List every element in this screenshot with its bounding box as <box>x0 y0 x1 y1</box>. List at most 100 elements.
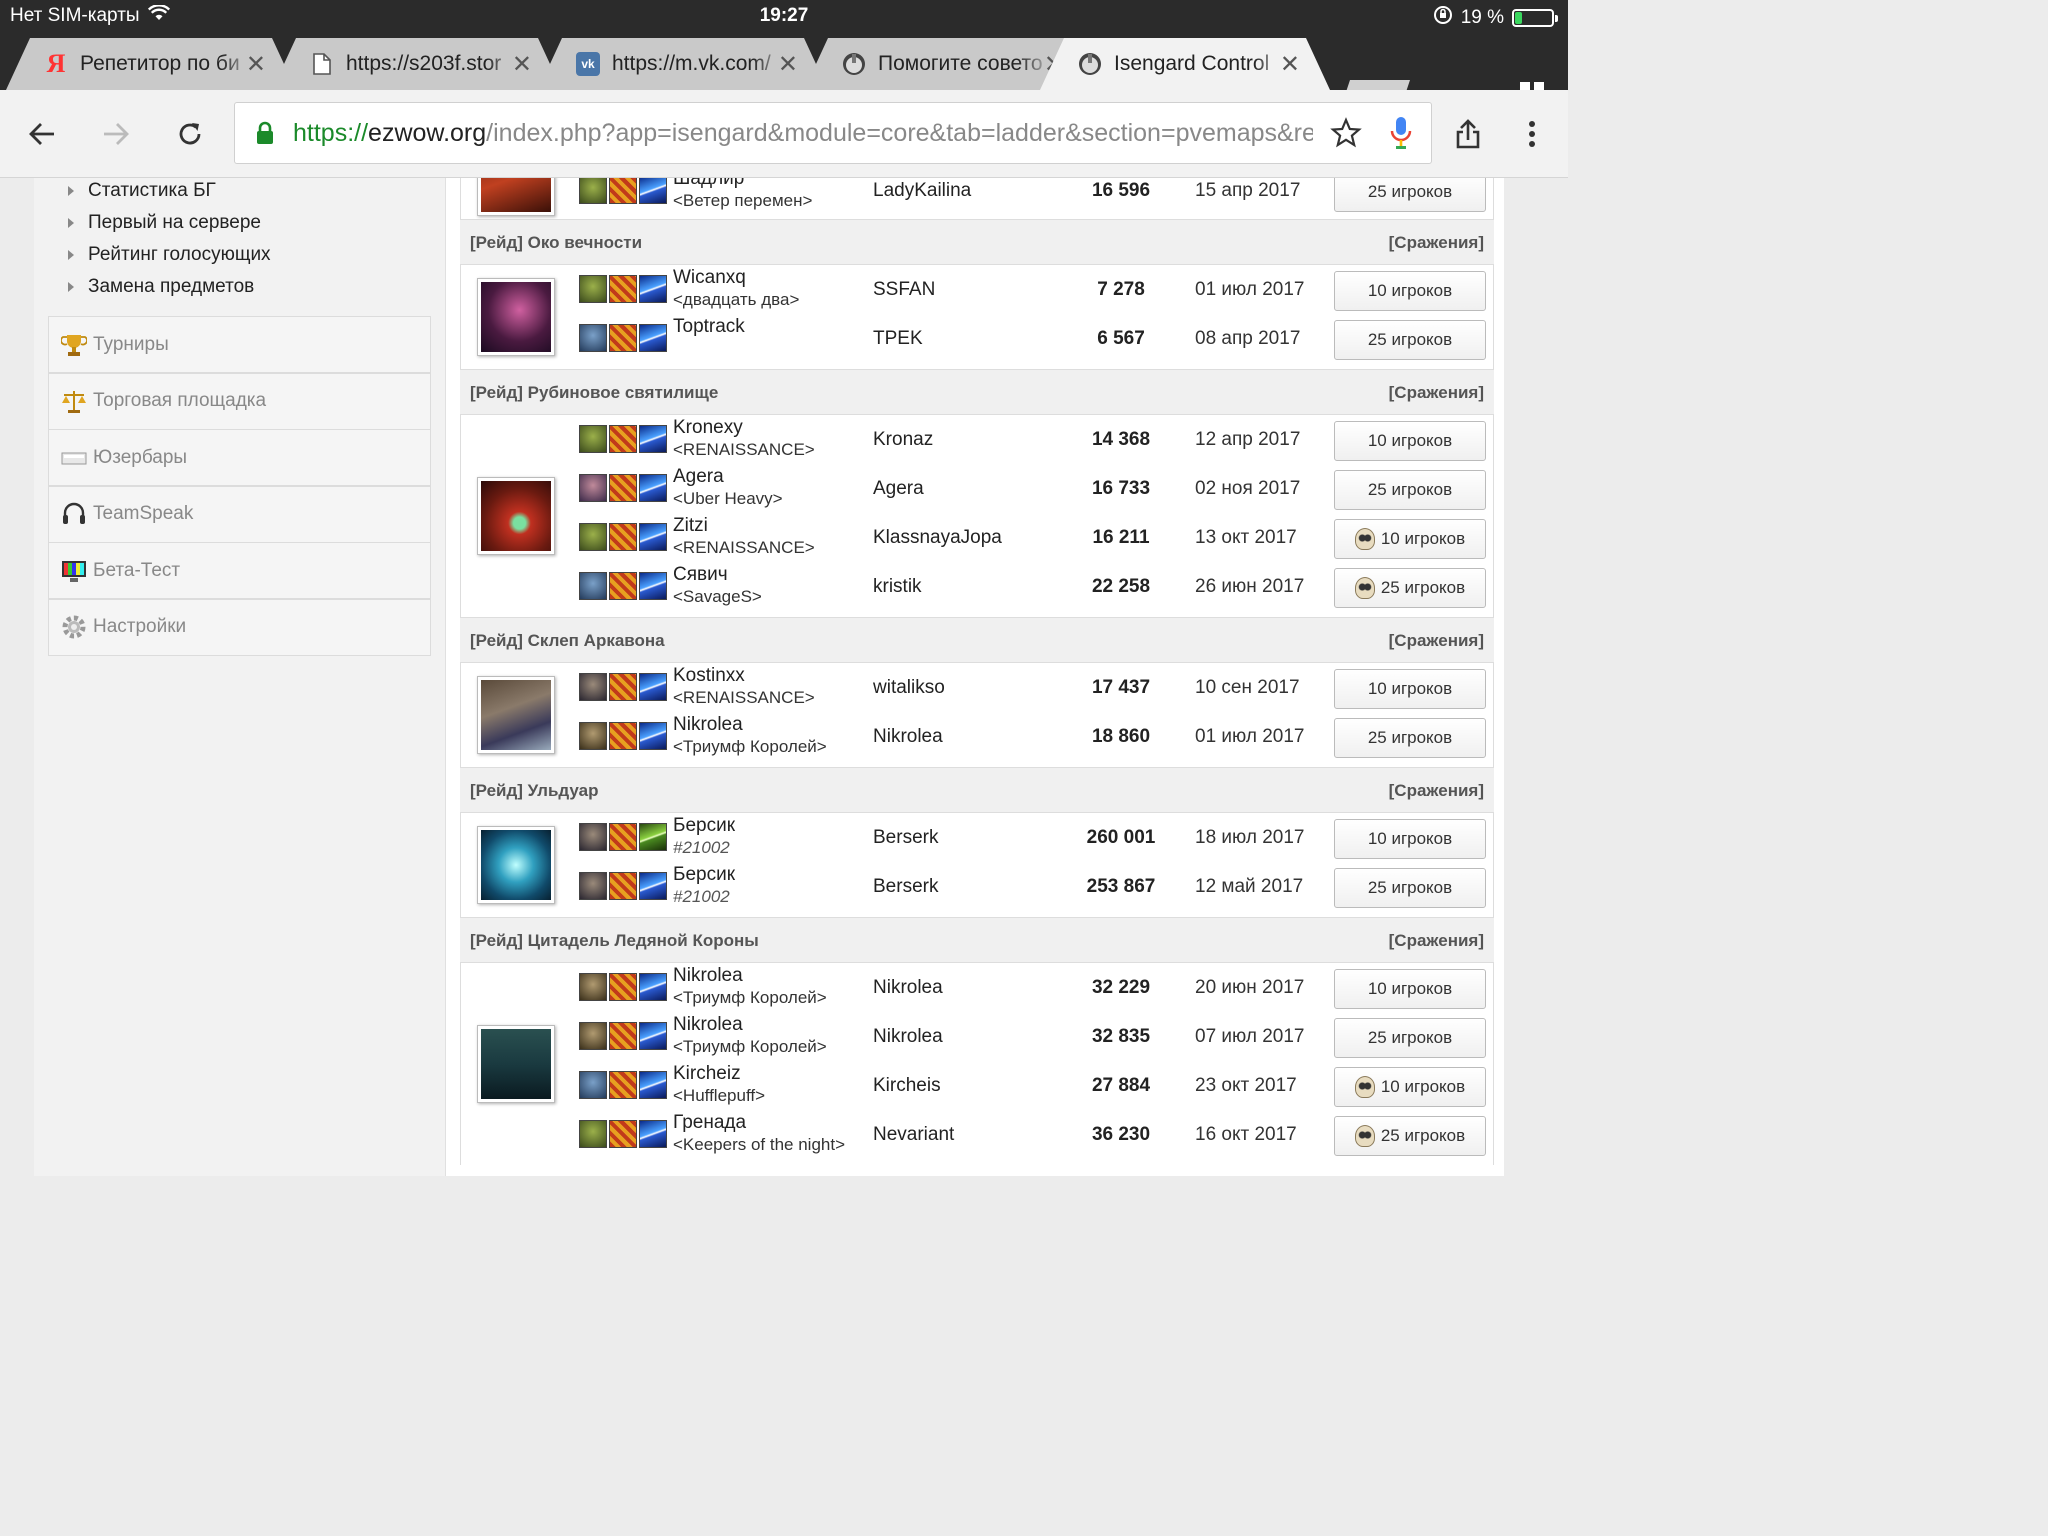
skull-icon <box>1354 528 1375 550</box>
raid-size-button[interactable]: 10 игроков <box>1334 969 1486 1009</box>
player-name[interactable]: Wicanxq <box>673 267 746 289</box>
raid-size-button[interactable]: 25 игроков <box>1334 868 1486 908</box>
player-name[interactable]: Kostinxx <box>673 665 745 687</box>
player-name[interactable]: Zitzi <box>673 515 708 537</box>
sidebar-menu-headset[interactable]: TeamSpeak <box>48 485 431 543</box>
guild-name: <RENAISSANCE> <box>673 688 815 707</box>
class-icons <box>579 872 667 900</box>
sidebar-sub-item[interactable]: Статистика БГ <box>68 180 216 202</box>
browser-tab-3[interactable]: vk https://m.vk.com/ ✕ <box>538 38 828 90</box>
url-scheme: https:// <box>293 119 369 147</box>
raid-size-button[interactable]: 10 игроков <box>1334 819 1486 859</box>
share-icon <box>1456 119 1480 149</box>
site-icon <box>1078 52 1102 76</box>
raid-size-button[interactable]: 25 игроков <box>1334 1116 1486 1156</box>
sidebar-sub-item[interactable]: Первый на сервере <box>68 212 261 234</box>
score: 14 368 <box>1091 429 1151 450</box>
url-host: ezwow.org <box>368 119 487 147</box>
class-icons <box>579 1120 667 1148</box>
player-name[interactable]: Сявич <box>673 564 728 586</box>
player-name[interactable]: Agera <box>673 466 724 488</box>
battles-link[interactable]: [Сражения] <box>1389 631 1484 651</box>
blood-elf-race-icon <box>579 474 607 502</box>
bookmark-star-icon[interactable] <box>1330 117 1362 154</box>
battles-link[interactable]: [Сражения] <box>1389 233 1484 253</box>
reload-button[interactable] <box>170 114 210 154</box>
raid-title: [Рейд] Ульдуар <box>470 781 599 800</box>
raid-size-button[interactable]: 25 игроков <box>1334 320 1486 360</box>
menu-button[interactable] <box>1512 114 1552 154</box>
player-name[interactable]: Kronexy <box>673 417 743 439</box>
microphone-icon[interactable] <box>1389 115 1413 156</box>
raid-size-button[interactable]: 10 игроков <box>1334 1067 1486 1107</box>
headset-icon <box>61 501 87 527</box>
tab-close-icon[interactable]: ✕ <box>512 50 532 79</box>
sidebar-menu-userbar[interactable]: Юзербары <box>48 429 431 486</box>
warrior-class-icon <box>609 722 637 750</box>
guild-name: <SavageS> <box>673 587 762 606</box>
shaman-spec-icon <box>639 324 667 352</box>
player-name[interactable]: Шадлир <box>673 178 744 190</box>
score: 253 867 <box>1086 876 1156 897</box>
class-icons <box>579 474 667 502</box>
shaman-spec-icon <box>639 1071 667 1099</box>
raid-size-button[interactable]: 10 игроков <box>1334 519 1486 559</box>
undead-race-icon <box>579 823 607 851</box>
player-name[interactable]: Гренада <box>673 1112 746 1134</box>
sidebar-menu-gear[interactable]: Настройки <box>48 598 431 656</box>
raid-size-button[interactable]: 25 игроков <box>1334 470 1486 510</box>
tab-close-icon[interactable]: ✕ <box>778 50 798 79</box>
forward-button[interactable] <box>96 114 136 154</box>
player-name[interactable]: Берсик <box>673 815 735 837</box>
player-name[interactable]: Kircheiz <box>673 1063 741 1085</box>
raid-size-button[interactable]: 10 игроков <box>1334 669 1486 709</box>
sidebar-sub-item[interactable]: Замена предметов <box>68 276 254 298</box>
tab-title: https://m.vk.com/ <box>612 52 771 75</box>
warrior-class-icon <box>609 673 637 701</box>
share-button[interactable] <box>1448 114 1488 154</box>
pve-ladder: Шадлир <Ветер перемен> LadyKailina 16 596 15… <box>460 178 1494 1176</box>
raid-size-button[interactable]: 25 игроков <box>1334 1018 1486 1058</box>
sidebar-sub-item[interactable]: Рейтинг голосующих <box>68 244 271 266</box>
sidebar-menu-monitor[interactable]: Бета-Тест <box>48 542 431 599</box>
warrior-class-icon <box>609 1120 637 1148</box>
sidebar-menu-trophy[interactable]: Турниры <box>48 316 431 373</box>
tab-close-icon[interactable]: ✕ <box>246 50 266 79</box>
browser-tab-5[interactable]: Isengard Control ✕ <box>1040 38 1330 90</box>
table-row: Zitzi <RENAISSANCE> KlassnayaJopa 16 211 13 … <box>461 515 1495 564</box>
player-name[interactable]: Берсик <box>673 864 735 886</box>
rotation-lock-icon <box>1433 5 1453 31</box>
table-row: Nikrolea <Триумф Королей> Nikrolea 18 860 01… <box>461 714 1495 763</box>
kill-date: 10 сен 2017 <box>1195 677 1300 698</box>
kill-date: 07 июл 2017 <box>1195 1026 1305 1047</box>
kill-date: 18 июл 2017 <box>1195 827 1305 848</box>
raid-size-button[interactable]: 25 игроков <box>1334 718 1486 758</box>
sidebar-menu-label: Турниры <box>93 333 169 355</box>
raid-size-button[interactable]: 10 игроков <box>1334 271 1486 311</box>
raid-size-button[interactable]: 25 игроков <box>1334 178 1486 212</box>
kill-date: 15 апр 2017 <box>1195 180 1301 201</box>
player-name[interactable]: Toptrack <box>673 316 745 338</box>
battles-link[interactable]: [Сражения] <box>1389 383 1484 403</box>
battles-link[interactable]: [Сражения] <box>1389 781 1484 801</box>
player-name[interactable]: Nikrolea <box>673 965 743 987</box>
player-name[interactable]: Nikrolea <box>673 714 743 736</box>
score: 7 278 <box>1097 279 1145 300</box>
shaman-spec-icon <box>639 275 667 303</box>
gear-icon <box>61 614 87 640</box>
battles-link[interactable]: [Сражения] <box>1389 931 1484 951</box>
raid-section-header: [Рейд] Ульдуар [Сражения] <box>460 767 1494 813</box>
back-button[interactable] <box>22 114 62 154</box>
status-bar: Нет SIM-карты 19:27 19 % <box>0 0 1568 32</box>
address-bar[interactable]: https://ezwow.org/index.php?app=isengard… <box>234 102 1432 164</box>
sidebar-menu-scales[interactable]: Торговая площадка <box>48 372 431 430</box>
raid-size-button[interactable]: 10 игроков <box>1334 421 1486 461</box>
yandex-icon: Я <box>46 49 66 78</box>
browser-tab-2[interactable]: https://s203f.stor ✕ <box>272 38 562 90</box>
account-name: TPEK <box>873 328 923 349</box>
sidebar-sub-item-label: Рейтинг голосующих <box>88 244 271 265</box>
raid-size-button[interactable]: 25 игроков <box>1334 568 1486 608</box>
tab-close-icon[interactable]: ✕ <box>1280 50 1300 79</box>
player-name[interactable]: Nikrolea <box>673 1014 743 1036</box>
browser-tab-1[interactable]: Я Репетитор по би ✕ <box>6 38 296 90</box>
